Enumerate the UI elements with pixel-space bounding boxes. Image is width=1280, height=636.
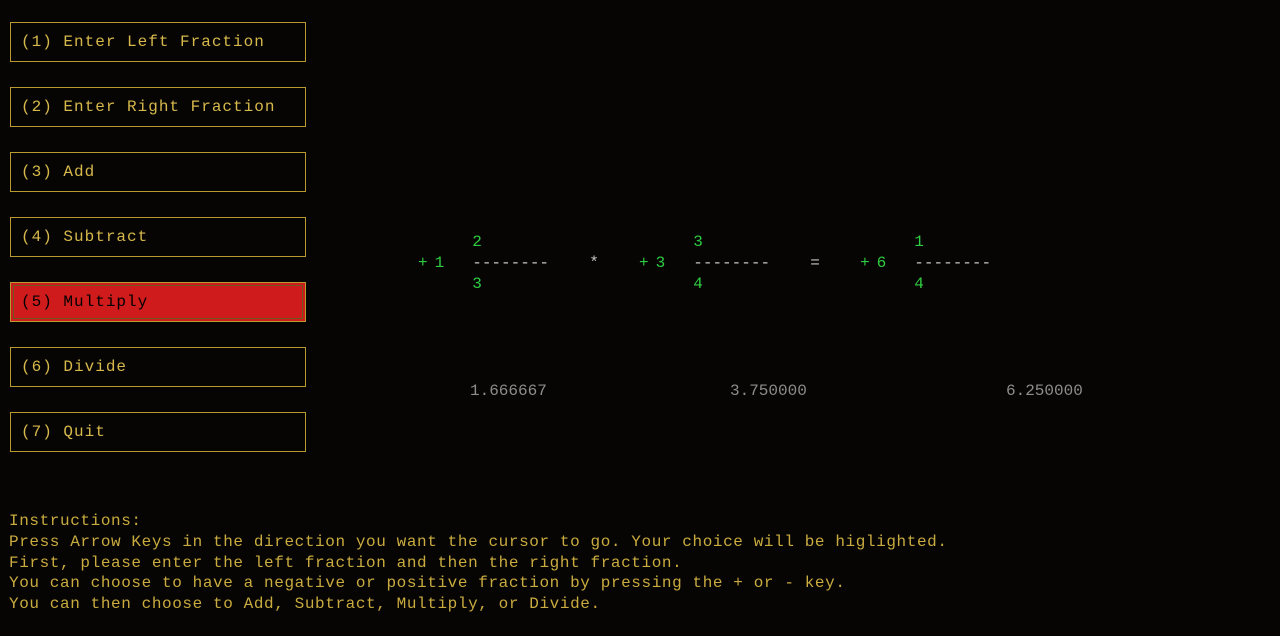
right-fraction: 3 -------- 4 bbox=[693, 232, 770, 294]
menu-item-divide[interactable]: (6) Divide bbox=[10, 347, 306, 387]
instructions-line-4: You can then choose to Add, Subtract, Mu… bbox=[9, 595, 601, 613]
right-denominator: 4 bbox=[693, 275, 703, 293]
left-denominator: 3 bbox=[472, 275, 482, 293]
equals-sign: = bbox=[770, 254, 860, 272]
result-fraction: 1 -------- 4 bbox=[914, 232, 991, 294]
result-numerator: 1 bbox=[914, 233, 924, 251]
expression-row: + 1 2 -------- 3 * + 3 3 -------- 4 = + … bbox=[418, 232, 991, 294]
menu-item-enter-left-fraction[interactable]: (1) Enter Left Fraction bbox=[10, 22, 306, 62]
menu-item-add[interactable]: (3) Add bbox=[10, 152, 306, 192]
result-denominator: 4 bbox=[914, 275, 924, 293]
right-sign: + bbox=[639, 254, 650, 272]
left-sign: + bbox=[418, 254, 429, 272]
instructions: Instructions: Press Arrow Keys in the di… bbox=[9, 511, 948, 615]
result-sign: + bbox=[860, 254, 871, 272]
instructions-title: Instructions: bbox=[9, 512, 142, 530]
menu-item-enter-right-fraction[interactable]: (2) Enter Right Fraction bbox=[10, 87, 306, 127]
result-decimal: 6.250000 bbox=[1006, 382, 1083, 400]
result-vinculum: -------- bbox=[914, 254, 991, 272]
result-whole: 6 bbox=[877, 254, 887, 272]
menu-item-quit[interactable]: (7) Quit bbox=[10, 412, 306, 452]
left-vinculum: -------- bbox=[472, 254, 549, 272]
left-decimal: 1.666667 bbox=[470, 382, 547, 400]
left-fraction: 2 -------- 3 bbox=[472, 232, 549, 294]
menu-item-subtract[interactable]: (4) Subtract bbox=[10, 217, 306, 257]
left-numerator: 2 bbox=[472, 233, 482, 251]
instructions-line-1: Press Arrow Keys in the direction you wa… bbox=[9, 533, 948, 551]
operator: * bbox=[549, 254, 639, 272]
menu-item-multiply[interactable]: (5) Multiply bbox=[10, 282, 306, 322]
instructions-line-3: You can choose to have a negative or pos… bbox=[9, 574, 846, 592]
right-vinculum: -------- bbox=[693, 254, 770, 272]
right-numerator: 3 bbox=[693, 233, 703, 251]
right-whole: 3 bbox=[656, 254, 666, 272]
menu: (1) Enter Left Fraction (2) Enter Right … bbox=[10, 22, 306, 477]
right-decimal: 3.750000 bbox=[730, 382, 807, 400]
left-whole: 1 bbox=[435, 254, 445, 272]
instructions-line-2: First, please enter the left fraction an… bbox=[9, 554, 682, 572]
